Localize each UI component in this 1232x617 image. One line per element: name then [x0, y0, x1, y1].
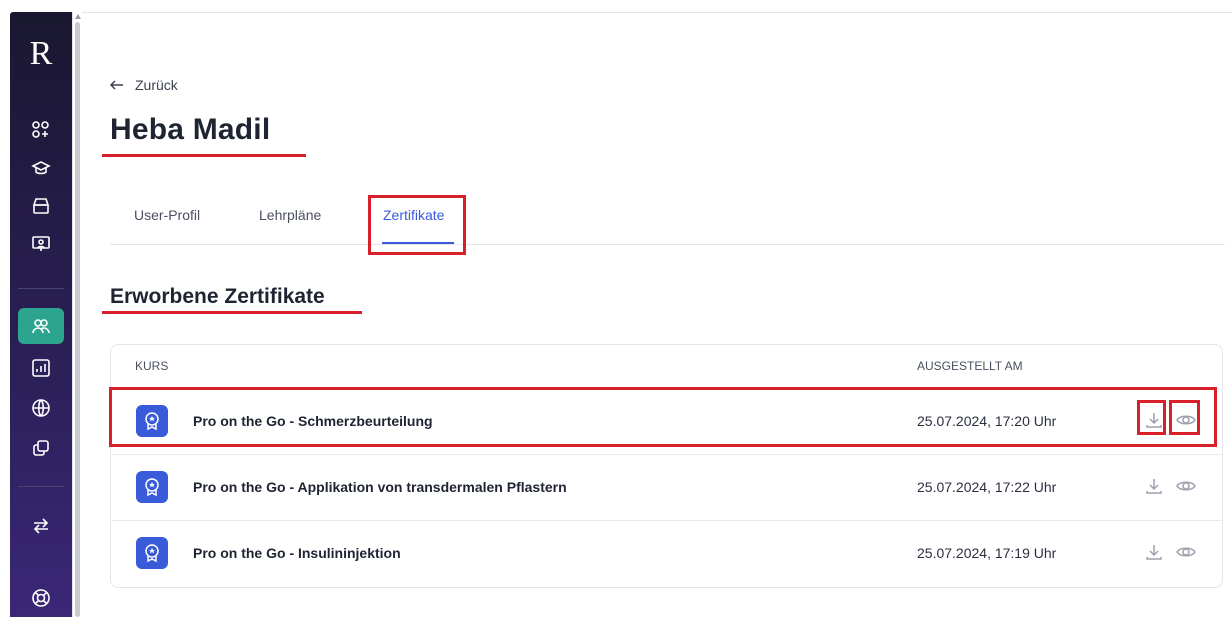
view-eye-icon[interactable] — [1175, 541, 1197, 563]
chart-icon[interactable] — [18, 350, 64, 386]
sidebar: R — [10, 12, 72, 617]
main-content: Zurück Heba Madil User-Profil Lehrpläne … — [82, 12, 1232, 617]
graduation-cap-icon[interactable] — [18, 150, 64, 186]
tab-bar: User-Profil Lehrpläne Zertifikate — [110, 205, 1225, 245]
help-lifebuoy-icon[interactable] — [18, 580, 64, 616]
certificates-table: KURS AUSGESTELLT AM Pro on the Go - Schm… — [110, 344, 1223, 588]
monitor-user-icon[interactable] — [18, 226, 64, 262]
section-highlight-underline — [102, 311, 362, 314]
archive-icon[interactable] — [18, 188, 64, 224]
copy-icon[interactable] — [18, 430, 64, 466]
app-logo: R — [29, 35, 53, 72]
certificate-badge-icon — [136, 471, 168, 503]
issued-date: 25.07.2024, 17:19 Uhr — [917, 545, 1057, 561]
apps-add-icon[interactable] — [18, 112, 64, 148]
scroll-up-arrow-icon[interactable] — [75, 14, 81, 19]
users-icon[interactable] — [18, 308, 64, 344]
globe-icon[interactable] — [18, 390, 64, 426]
download-icon[interactable] — [1143, 541, 1165, 563]
issued-date: 25.07.2024, 17:22 Uhr — [917, 479, 1057, 495]
column-header-course: KURS — [135, 359, 169, 373]
view-eye-icon[interactable] — [1175, 475, 1197, 497]
course-name: Pro on the Go - Applikation von transder… — [193, 479, 567, 495]
column-header-issued: AUSGESTELLT AM — [917, 359, 1023, 373]
tab-highlight-box — [368, 195, 466, 255]
title-highlight-underline — [102, 154, 306, 157]
table-row[interactable]: Pro on the Go - Insulininjektion 25.07.2… — [111, 520, 1222, 586]
course-name: Pro on the Go - Insulininjektion — [193, 545, 401, 561]
switch-arrows-icon[interactable] — [18, 508, 64, 544]
certificate-badge-icon — [136, 537, 168, 569]
view-highlight-box — [1169, 400, 1200, 435]
tab-curricula[interactable]: Lehrpläne — [259, 207, 321, 223]
tab-user-profile[interactable]: User-Profil — [134, 207, 200, 223]
arrow-left-icon — [109, 80, 123, 90]
row-highlight-box — [109, 387, 1217, 447]
app-window: R Zurück Heba Madil User-Profil Lehrplän… — [0, 0, 1232, 617]
download-highlight-box — [1137, 400, 1166, 435]
section-title: Erworbene Zertifikate — [110, 285, 325, 308]
scroll-thumb[interactable] — [75, 22, 80, 617]
table-row[interactable]: Pro on the Go - Applikation von transder… — [111, 454, 1222, 520]
scrollbar[interactable] — [72, 12, 82, 617]
back-label: Zurück — [135, 77, 178, 93]
page-title: Heba Madil — [110, 113, 271, 146]
download-icon[interactable] — [1143, 475, 1165, 497]
back-link[interactable]: Zurück — [109, 77, 178, 93]
